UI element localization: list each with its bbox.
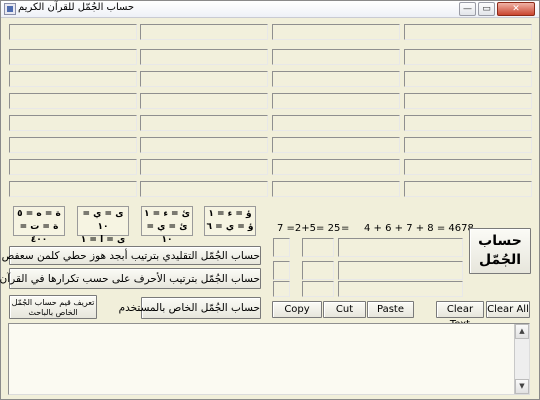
text-cell-input[interactable]: [272, 49, 400, 65]
result-box[interactable]: [338, 281, 463, 297]
text-cell-input[interactable]: [272, 181, 400, 197]
result-box[interactable]: [302, 261, 334, 280]
text-cell-input[interactable]: [140, 49, 268, 65]
text-cell-input[interactable]: [9, 49, 137, 65]
text-cell-input[interactable]: [140, 181, 268, 197]
output-memo[interactable]: ▲ ▼: [8, 323, 530, 395]
text-cell-input[interactable]: [140, 71, 268, 87]
text-cell-input[interactable]: [272, 159, 400, 175]
letter-value-box: ة = ه = ٥ ة = ت = ٤٠٠: [13, 206, 65, 245]
app-icon: [4, 3, 16, 15]
letter-value-line: ة = ت = ٤٠٠: [19, 222, 59, 245]
text-cell-input[interactable]: [272, 93, 400, 109]
text-cell-input[interactable]: [9, 24, 137, 40]
cut-button[interactable]: Cut: [323, 301, 366, 318]
text-cell-input[interactable]: [9, 115, 137, 131]
letter-value-line: ى = ي = ١٠: [82, 209, 124, 232]
result-box[interactable]: [338, 238, 463, 257]
text-cell-input[interactable]: [140, 93, 268, 109]
text-cell-input[interactable]: [140, 115, 268, 131]
clear-text-button[interactable]: Clear Text: [436, 301, 484, 330]
text-cell-input[interactable]: [272, 137, 400, 153]
text-cell-input[interactable]: [9, 137, 137, 153]
text-cell-input[interactable]: [140, 159, 268, 175]
scroll-up-arrow-icon[interactable]: ▲: [515, 324, 529, 339]
letter-value-line: ئ = ي = ١٠: [146, 222, 188, 245]
text-cell-input[interactable]: [404, 93, 532, 109]
maximize-button[interactable]: ▭: [478, 2, 495, 16]
text-cell-input[interactable]: [404, 49, 532, 65]
letter-value-line: ؤ = ء = ١: [208, 209, 252, 219]
letter-value-box: ى = ي = ١٠ ى = ا = ١: [77, 206, 129, 245]
abjad-calc-button[interactable]: حساب الجُمّل التقليدي بترتيب أبجد هوز حط…: [2, 246, 261, 265]
text-cell-input[interactable]: [272, 24, 400, 40]
text-cell-input[interactable]: [404, 115, 532, 131]
copy-button[interactable]: Copy: [272, 301, 322, 318]
letter-value-box: ؤ = ء = ١ ؤ = ي = ٦: [204, 206, 256, 236]
text-cell-input[interactable]: [9, 93, 137, 109]
result-box[interactable]: [273, 238, 290, 257]
minimize-button[interactable]: —: [459, 2, 476, 16]
paste-button[interactable]: Paste: [367, 301, 414, 318]
scroll-down-arrow-icon[interactable]: ▼: [515, 379, 529, 394]
text-cell-input[interactable]: [9, 181, 137, 197]
text-cell-input[interactable]: [9, 71, 137, 87]
result-box[interactable]: [273, 281, 290, 297]
letter-value-line: ئ = ء = ١: [144, 209, 190, 219]
letter-value-line: ؤ = ي = ٦: [206, 222, 254, 232]
calculate-button[interactable]: حساب الجُمّل: [469, 228, 531, 274]
text-cell-input[interactable]: [272, 115, 400, 131]
result-box[interactable]: [302, 281, 334, 297]
memo-scrollbar[interactable]: ▲ ▼: [514, 324, 529, 394]
letter-value-line: ة = ه = ٥: [17, 209, 61, 219]
title-bar[interactable]: حساب الجُمّل للقرآن الكريم — ▭ ✕: [1, 1, 539, 18]
result-box[interactable]: [338, 261, 463, 280]
text-cell-input[interactable]: [404, 71, 532, 87]
text-cell-input[interactable]: [404, 24, 532, 40]
calculate-button-label: حساب الجُمّل: [478, 233, 522, 268]
equals-sign: =: [341, 223, 350, 234]
result-box[interactable]: [273, 261, 290, 280]
clear-all-button[interactable]: Clear All: [486, 301, 530, 318]
digit-sum-readout: 7 =2+5= 25: [277, 223, 341, 234]
letter-value-box: ئ = ء = ١ ئ = ي = ١٠: [141, 206, 193, 245]
frequency-calc-button[interactable]: حساب الجُمّل بترتيب الأحرف على حسب تكرار…: [0, 268, 261, 289]
custom-calc-button[interactable]: حساب الجُمّل الخاص بالمستخدم: [119, 297, 261, 319]
main-window: حساب الجُمّل للقرآن الكريم — ▭ ✕ ؤ = ء =…: [0, 0, 540, 400]
text-cell-input[interactable]: [404, 159, 532, 175]
define-values-button[interactable]: تعريف قيم حساب الجُمّل الخاص بالباحث: [9, 295, 97, 319]
text-cell-input[interactable]: [404, 181, 532, 197]
window-title: حساب الجُمّل للقرآن الكريم: [18, 2, 135, 13]
text-cell-input[interactable]: [9, 159, 137, 175]
text-cell-input[interactable]: [272, 71, 400, 87]
text-cell-input[interactable]: [140, 137, 268, 153]
letter-sum-readout: 4 + 6 + 7 + 8 = 4678: [364, 223, 474, 234]
result-box[interactable]: [302, 238, 334, 257]
close-button[interactable]: ✕: [497, 2, 535, 16]
text-cell-input[interactable]: [140, 24, 268, 40]
text-cell-input[interactable]: [404, 137, 532, 153]
